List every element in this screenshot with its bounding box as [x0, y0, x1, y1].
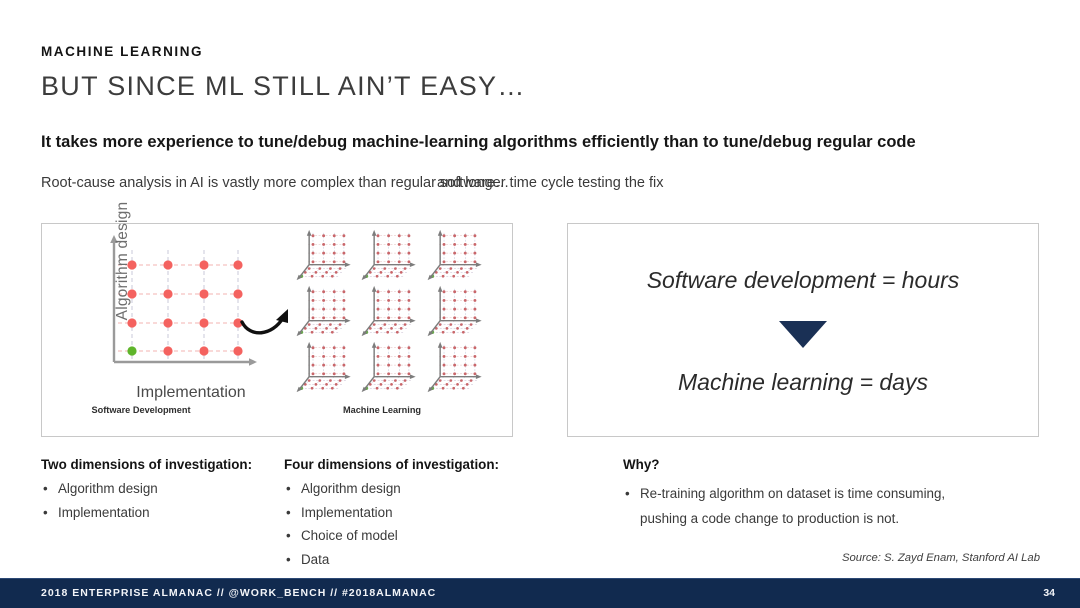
caption-software-development: Software Development — [91, 405, 191, 415]
list-item-continuation: pushing a code change to production is n… — [640, 511, 900, 526]
footer-divider — [0, 578, 1080, 579]
bullet-dot-icon: • — [43, 504, 48, 520]
slide-footer: 2018 ENTERPRISE ALMANAC // @WORK_BENCH /… — [0, 578, 1080, 608]
list-item: • Choice of model — [284, 528, 401, 543]
bullet-dot-icon: • — [625, 486, 630, 501]
list-item-label: Re-training algorithm on dataset is time… — [640, 486, 946, 501]
list-item: • Algorithm design — [41, 481, 158, 496]
bullet-dot-icon: • — [286, 528, 291, 543]
plot-3d-mini — [361, 285, 417, 337]
list-item-label: Algorithm design — [301, 481, 401, 496]
slide-title: BUT SINCE ML STILL AIN’T EASY… — [41, 71, 526, 101]
slide-eyebrow: MACHINE LEARNING — [41, 44, 204, 59]
column-heading-why: Why? — [623, 457, 660, 472]
plot-3d-mini — [295, 229, 352, 281]
equation-software-development: Software development = hours — [646, 267, 960, 293]
bullet-list-four-dimensions: • Algorithm design • Implementation • Choic… — [284, 481, 401, 575]
caption-machine-learning: Machine Learning — [342, 405, 422, 415]
bullet-dot-icon: • — [286, 481, 291, 496]
equation-machine-learning: Machine learning = days — [678, 369, 928, 395]
plot-2d-highlight-dot — [127, 346, 137, 356]
bullet-dot-icon: • — [286, 504, 291, 520]
list-item: • Data — [284, 552, 401, 567]
page-number: 34 — [1043, 587, 1055, 599]
slide: MACHINE LEARNING BUT SINCE ML STILL AIN’… — [0, 0, 1080, 608]
list-item-label: Data — [301, 551, 330, 567]
list-item-label: Algorithm design — [58, 481, 158, 496]
list-item-label: Choice of model — [301, 528, 398, 543]
list-item-label: Implementation — [301, 504, 393, 520]
bullet-list-two-dimensions: • Algorithm design • Implementation — [41, 481, 158, 528]
source-attribution: Source: S. Zayd Enam, Stanford AI Lab — [841, 552, 1040, 564]
plot-3d-grid — [290, 228, 486, 396]
plot-3d-mini — [361, 341, 417, 393]
column-heading-four-dimensions: Four dimensions of investigation: — [284, 457, 500, 472]
plot-3d-mini — [426, 229, 483, 281]
list-item-label: Implementation — [58, 504, 150, 520]
list-item: • Implementation — [284, 505, 401, 520]
bullet-dot-icon: • — [43, 481, 48, 496]
curved-arrow-icon — [240, 309, 288, 335]
list-item: • Algorithm design — [284, 481, 401, 496]
plot-2d-x-axis-label: Implementation — [136, 384, 246, 401]
bullet-dot-icon: • — [286, 551, 291, 567]
plot-3d-mini — [295, 341, 352, 393]
list-item: • Implementation — [41, 505, 158, 520]
footer-text: 2018 ENTERPRISE ALMANAC // @WORK_BENCH /… — [41, 587, 437, 599]
comparison-panel-right: Software development = hours Machine lea… — [567, 223, 1039, 437]
plot-3d-mini — [295, 285, 352, 337]
column-heading-two-dimensions: Two dimensions of investigation: — [41, 457, 253, 472]
plot-3d-mini — [361, 229, 417, 281]
subline-right: and longer time cycle testing the fix — [437, 175, 664, 191]
triangle-down-icon — [779, 321, 827, 348]
plot-2d-y-axis-label: Algorithm design — [114, 201, 131, 321]
diagram-panel-left: Algorithm design Implementation Software… — [41, 202, 513, 437]
bullet-list-why: • Re-training algorithm on dataset is ti… — [623, 481, 945, 534]
plot-3d-mini — [426, 341, 483, 393]
slide-lead-statement: It takes more experience to tune/debug m… — [41, 133, 916, 151]
list-item: • Re-training algorithm on dataset is ti… — [623, 481, 945, 531]
plot-3d-mini — [426, 285, 483, 337]
